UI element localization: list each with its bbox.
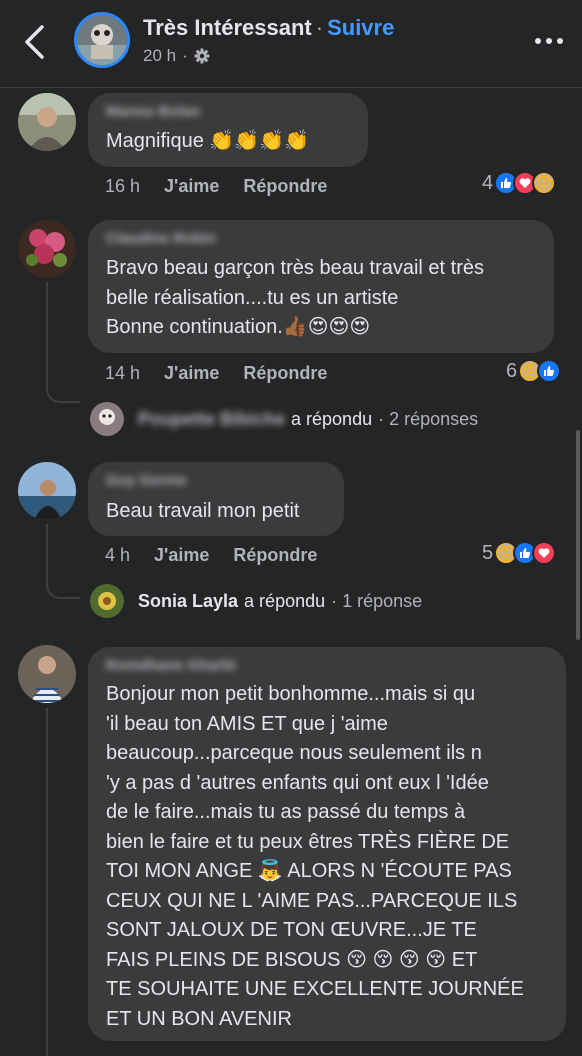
comment-line: Bravo beau garçon très beau travail et t… [106,257,484,279]
reaction-count: 6 [506,359,518,382]
scrollbar[interactable] [576,430,580,640]
comment-bubble: Claudine Robin Bravo beau garçon très be… [88,220,554,353]
page-avatar[interactable] [74,12,130,68]
gear-icon [194,48,210,64]
comment-line: ET UN BON AVENIR [106,1007,292,1030]
comment-text: Magnifique 👏👏👏👏 [106,130,310,152]
comment-line: SONT JALOUX DE TON ŒUVRE...JE TE [106,919,477,941]
reply-thread-line [46,524,80,599]
comment-text: Bonjour mon petit bonhomme...mais si qu … [106,680,524,1034]
commenter-avatar[interactable] [18,462,76,520]
replies-link[interactable]: Sonia Layla a répondu · 1 réponse [90,584,422,618]
like-reaction-icon [537,359,562,383]
reply-author: Sonia Layla [138,590,239,611]
comment-author[interactable]: Manou Bolan [106,103,200,120]
haha-reaction-icon: 😆 [532,171,557,195]
post-header: Très Intéressant · Suivre 20 h · [0,0,582,88]
comment-author[interactable]: Romdhane Gharbi [106,657,236,674]
reaction-summary[interactable]: 4 😆 [482,171,557,195]
post-time[interactable]: 20 h [143,46,176,66]
comment-line: belle réalisation....tu es un artiste [106,286,399,309]
commenter-avatar[interactable] [18,93,76,151]
reply-thread-line [46,282,80,403]
reaction-summary[interactable]: 5 😆 [482,541,557,565]
comment-line: TE SOUHAITE UNE EXCELLENTE JOURNÉE [106,978,524,1000]
reply-avatar [90,584,124,618]
page-name[interactable]: Très Intéressant [143,15,312,40]
comment-line: 'il beau ton AMIS ET que j 'aime [106,712,388,735]
more-options-icon[interactable] [534,36,564,46]
comment-line: CEUX QUI NE L 'AIME PAS...PARCEQUE ILS [106,889,518,912]
title-separator: · [315,15,324,40]
page-title: Très Intéressant · Suivre [143,15,394,41]
reply-avatar [90,402,124,436]
comment-author[interactable]: Claudine Robin [106,230,216,247]
reply-author: Poupette Bibiche [138,408,286,429]
comment-line: beaucoup...parceque nous seulement ils n [106,742,482,764]
reply-verb: a répondu [291,408,373,429]
commenter-avatar[interactable] [18,220,76,278]
reply-button[interactable]: Répondre [243,363,327,384]
comment-line: FAIS PLEINS DE BISOUS 😚 😚 😚 😚 ET [106,948,478,971]
comment-line: 'y a pas d 'autres enfants qui ont eux l… [106,771,489,794]
comment-bubble: Romdhane Gharbi Bonjour mon petit bonhom… [88,647,566,1041]
reply-thread-line [46,708,48,1056]
comment-actions: 4 h J'aime Répondre [105,545,317,566]
commenter-avatar[interactable] [18,645,76,703]
comment-line: TOI MON ANGE 👼 ALORS N 'ÉCOUTE PAS [106,860,512,882]
comment-author[interactable]: Guy Germe [106,472,187,489]
comment-time[interactable]: 4 h [105,545,130,566]
replies-link[interactable]: Poupette Bibiche a répondu · 2 réponses [90,402,478,436]
comment-text: Beau travail mon petit [106,500,300,522]
follow-button[interactable]: Suivre [327,15,394,40]
post-meta: 20 h · [143,46,210,66]
comment-line: Bonjour mon petit bonhomme...mais si qu [106,683,476,705]
comment-line: Bonne continuation.👍🏾😍😍😍 [106,316,371,338]
back-arrow-icon[interactable] [20,24,50,60]
comment-time[interactable]: 14 h [105,363,140,384]
reaction-count: 5 [482,541,494,564]
comment-bubble: Manou Bolan Magnifique 👏👏👏👏 [88,93,368,167]
reaction-count: 4 [482,171,494,194]
reply-count: · 2 réponses [378,408,479,429]
comment-actions: 16 h J'aime Répondre [105,176,327,197]
like-button[interactable]: J'aime [164,176,219,197]
comment-text: Bravo beau garçon très beau travail et t… [106,254,484,343]
comment-actions: 14 h J'aime Répondre [105,363,327,384]
comment-time[interactable]: 16 h [105,176,140,197]
like-button[interactable]: J'aime [164,363,219,384]
love-reaction-icon [532,541,557,565]
reply-button[interactable]: Répondre [243,176,327,197]
meta-separator: · [182,46,188,65]
reaction-summary[interactable]: 6 😆 [506,359,562,383]
comment-line: de le faire...mais tu as passé du temps … [106,801,466,823]
like-button[interactable]: J'aime [154,545,209,566]
reply-verb: a répondu [244,590,326,611]
comment-bubble: Guy Germe Beau travail mon petit [88,462,344,536]
comment-line: bien le faire et tu peux êtres TRÈS FIÈR… [106,830,510,853]
reply-button[interactable]: Répondre [233,545,317,566]
reply-count: · 1 réponse [331,590,423,611]
